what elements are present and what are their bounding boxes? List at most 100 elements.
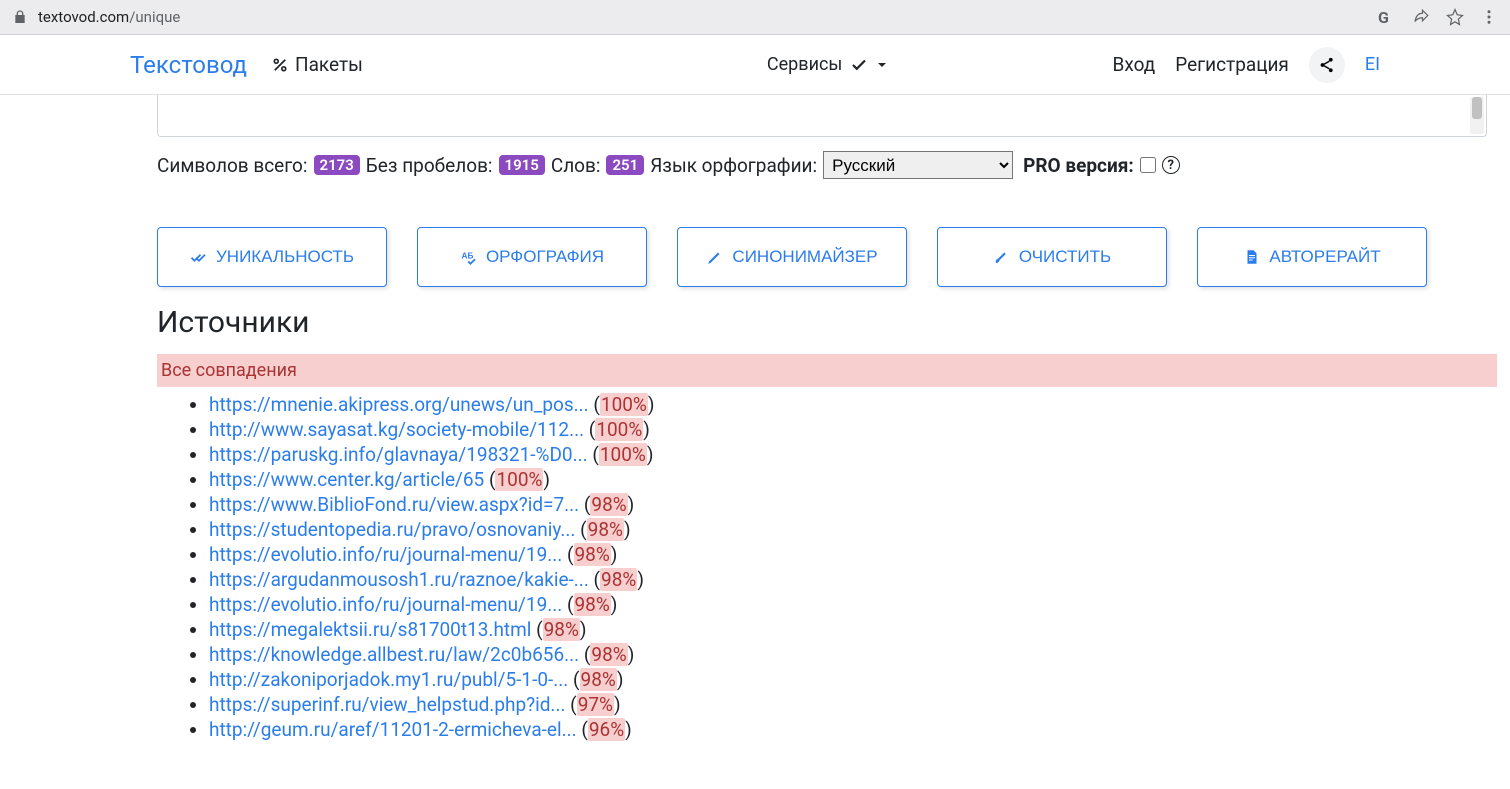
- brush-icon: [993, 248, 1011, 266]
- share-icon: [1318, 56, 1336, 74]
- google-icon[interactable]: G: [1378, 8, 1396, 26]
- nav-services-dropdown[interactable]: Сервисы: [767, 54, 888, 75]
- nav-login[interactable]: Вход: [1113, 53, 1156, 76]
- svg-text:AБ: AБ: [461, 252, 473, 261]
- uniqueness-button[interactable]: УНИКАЛЬНОСТЬ: [157, 227, 387, 287]
- double-check-icon: [190, 248, 208, 266]
- source-item: https://megalektsii.ru/s81700t13.html (9…: [209, 618, 1510, 641]
- source-link[interactable]: https://evolutio.info/ru/journal-menu/19…: [209, 543, 562, 566]
- source-link[interactable]: https://www.BiblioFond.ru/view.aspx?id=7…: [209, 493, 579, 516]
- match-percent: 98%: [574, 593, 611, 616]
- nav-packages-label: Пакеты: [295, 53, 363, 76]
- source-link[interactable]: https://knowledge.allbest.ru/law/2c0b656…: [209, 643, 579, 666]
- source-item: http://www.sayasat.kg/society-mobile/112…: [209, 418, 1510, 441]
- check-icon: [850, 56, 868, 74]
- scrollbar[interactable]: [1470, 97, 1484, 134]
- match-percent: 98%: [590, 643, 627, 666]
- paren-close: ): [647, 443, 654, 466]
- chars-nospace-label: Без пробелов:: [366, 154, 493, 177]
- autowrite-button[interactable]: АВТОРЕРАЙТ: [1197, 227, 1427, 287]
- paren-open: (: [484, 468, 495, 491]
- source-item: https://www.center.kg/article/65 (100%): [209, 468, 1510, 491]
- paren-open: (: [579, 493, 590, 516]
- source-item: https://mnenie.akipress.org/unews/un_pos…: [209, 393, 1510, 416]
- paren-close: ): [611, 593, 618, 616]
- kebab-menu-icon[interactable]: [1480, 8, 1498, 26]
- source-link[interactable]: http://zakoniporjadok.my1.ru/publ/5-1-0-…: [209, 668, 568, 691]
- nav-packages[interactable]: Пакеты: [271, 53, 363, 76]
- browser-actions: G: [1378, 8, 1498, 26]
- source-item: https://evolutio.info/ru/journal-menu/19…: [209, 543, 1510, 566]
- source-item: http://geum.ru/aref/11201-2-ermicheva-el…: [209, 718, 1510, 741]
- brand-logo[interactable]: Текстовод: [130, 51, 247, 79]
- paren-close: ): [628, 643, 635, 666]
- chevron-down-icon: [876, 59, 888, 71]
- match-percent: 98%: [574, 543, 611, 566]
- language-select[interactable]: Русский: [823, 151, 1013, 179]
- source-link[interactable]: http://geum.ru/aref/11201-2-ermicheva-el…: [209, 718, 577, 741]
- match-percent: 98%: [580, 668, 617, 691]
- paren-close: ): [637, 568, 644, 591]
- tool-button-row: УНИКАЛЬНОСТЬ AБ ОРФОГРАФИЯ СИНОНИМАЙЗЕР …: [157, 227, 1510, 287]
- autowrite-label: АВТОРЕРАЙТ: [1269, 247, 1380, 267]
- all-matches-banner: Все совпадения: [157, 354, 1497, 387]
- percent-icon: [271, 56, 289, 74]
- star-icon[interactable]: [1446, 8, 1464, 26]
- paren-open: (: [584, 418, 595, 441]
- match-percent: 98%: [590, 493, 627, 516]
- paren-close: ): [617, 668, 624, 691]
- match-percent: 98%: [587, 518, 624, 541]
- source-link[interactable]: https://paruskg.info/glavnaya/198321-%D0…: [209, 443, 588, 466]
- source-link[interactable]: https://www.center.kg/article/65: [209, 468, 484, 491]
- source-item: https://argudanmousosh1.ru/raznoe/kakie-…: [209, 568, 1510, 591]
- chars-nospace-value: 1915: [499, 155, 545, 175]
- paren-close: ): [643, 418, 650, 441]
- pro-version-checkbox[interactable]: [1140, 157, 1156, 173]
- synonymizer-button[interactable]: СИНОНИМАЙЗЕР: [677, 227, 907, 287]
- match-percent: 100%: [600, 393, 648, 416]
- lock-icon: [12, 9, 28, 25]
- match-percent: 96%: [588, 718, 625, 741]
- paren-open: (: [575, 518, 586, 541]
- share-arrow-icon[interactable]: [1412, 8, 1430, 26]
- match-percent: 100%: [599, 443, 647, 466]
- scrollbar-thumb[interactable]: [1472, 97, 1482, 119]
- help-icon[interactable]: ?: [1162, 156, 1180, 174]
- text-input-area[interactable]: [157, 95, 1487, 137]
- paren-open: (: [577, 718, 588, 741]
- clear-label: ОЧИСТИТЬ: [1019, 247, 1111, 267]
- stats-row: Символов всего: 2173 Без пробелов: 1915 …: [157, 151, 1510, 179]
- orthography-button[interactable]: AБ ОРФОГРАФИЯ: [417, 227, 647, 287]
- source-link[interactable]: http://www.sayasat.kg/society-mobile/112…: [209, 418, 584, 441]
- sources-list: https://mnenie.akipress.org/unews/un_pos…: [209, 393, 1510, 741]
- orthography-label: ОРФОГРАФИЯ: [486, 247, 604, 267]
- paren-open: (: [568, 668, 579, 691]
- paren-open: (: [562, 543, 573, 566]
- source-link[interactable]: https://superinf.ru/view_helpstud.php?id…: [209, 693, 565, 716]
- nav-lang-short[interactable]: EI: [1365, 54, 1380, 75]
- paren-open: (: [562, 593, 573, 616]
- paren-close: ): [611, 543, 618, 566]
- paren-open: (: [589, 393, 600, 416]
- chars-total-value: 2173: [314, 155, 360, 175]
- paren-open: (: [579, 643, 590, 666]
- clear-button[interactable]: ОЧИСТИТЬ: [937, 227, 1167, 287]
- source-link[interactable]: https://studentopedia.ru/pravo/osnovaniy…: [209, 518, 575, 541]
- browser-address-bar: textovod.com/unique G: [0, 0, 1510, 35]
- source-link[interactable]: https://argudanmousosh1.ru/raznoe/kakie-…: [209, 568, 589, 591]
- nav-services-label: Сервисы: [767, 54, 842, 75]
- source-link[interactable]: https://megalektsii.ru/s81700t13.html: [209, 618, 531, 641]
- nav-register[interactable]: Регистрация: [1175, 53, 1289, 76]
- uniqueness-label: УНИКАЛЬНОСТЬ: [216, 247, 354, 267]
- paren-close: ): [628, 493, 635, 516]
- source-item: https://superinf.ru/view_helpstud.php?id…: [209, 693, 1510, 716]
- share-button[interactable]: [1309, 47, 1345, 83]
- match-percent: 100%: [495, 468, 543, 491]
- source-link[interactable]: https://mnenie.akipress.org/unews/un_pos…: [209, 393, 589, 416]
- source-item: https://knowledge.allbest.ru/law/2c0b656…: [209, 643, 1510, 666]
- source-item: https://studentopedia.ru/pravo/osnovaniy…: [209, 518, 1510, 541]
- paren-open: (: [589, 568, 600, 591]
- synonymizer-label: СИНОНИМАЙЗЕР: [732, 247, 877, 267]
- source-link[interactable]: https://evolutio.info/ru/journal-menu/19…: [209, 593, 562, 616]
- source-item: https://paruskg.info/glavnaya/198321-%D0…: [209, 443, 1510, 466]
